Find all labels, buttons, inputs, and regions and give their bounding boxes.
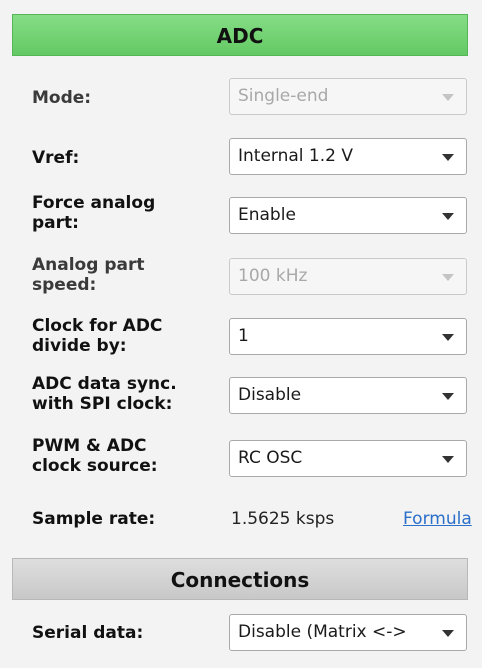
force-analog-label: Force analog part: [32, 193, 228, 233]
force-analog-label-line2: part: [32, 213, 79, 233]
data-sync-label: ADC data sync. with SPI clock: [32, 374, 228, 414]
data-sync-label-line1: ADC data sync. [32, 374, 177, 394]
chevron-down-icon [442, 94, 454, 101]
serial-data-select[interactable]: Disable (Matrix <-> [229, 614, 467, 651]
analog-speed-label: Analog part speed: [32, 255, 228, 295]
chevron-down-icon [442, 213, 454, 220]
adc-section-header[interactable]: ADC [12, 14, 468, 56]
serial-data-select-value: Disable (Matrix <-> [238, 622, 407, 642]
serial-data-label: Serial data: [32, 623, 144, 643]
vref-select[interactable]: Internal 1.2 V [229, 138, 467, 175]
formula-link[interactable]: Formula [403, 509, 472, 529]
data-sync-select-value: Disable [238, 385, 302, 405]
clock-source-select-value: RC OSC [238, 448, 303, 468]
analog-speed-label-line1: Analog part [32, 255, 145, 275]
chevron-down-icon [442, 274, 454, 281]
sample-rate-label: Sample rate: [32, 509, 156, 529]
clock-divide-label-line2: divide by: [32, 336, 127, 356]
clock-divide-select-value: 1 [238, 326, 249, 346]
mode-select-value: Single-end [238, 86, 329, 106]
force-analog-select[interactable]: Enable [229, 197, 467, 234]
force-analog-select-value: Enable [238, 205, 296, 225]
mode-select: Single-end [229, 78, 467, 115]
chevron-down-icon [442, 393, 454, 400]
chevron-down-icon [442, 630, 454, 637]
chevron-down-icon [442, 334, 454, 341]
analog-speed-label-line2: speed: [32, 275, 97, 295]
vref-select-value: Internal 1.2 V [238, 146, 353, 166]
clock-source-label-line1: PWM & ADC [32, 436, 147, 456]
analog-speed-select-value: 100 kHz [238, 266, 308, 286]
clock-divide-label: Clock for ADC divide by: [32, 316, 228, 356]
clock-divide-label-line1: Clock for ADC [32, 316, 163, 336]
clock-source-select[interactable]: RC OSC [229, 440, 467, 477]
data-sync-select[interactable]: Disable [229, 377, 467, 414]
force-analog-label-line1: Force analog [32, 193, 156, 213]
vref-label: Vref: [32, 148, 80, 168]
mode-label: Mode: [32, 88, 92, 108]
chevron-down-icon [442, 456, 454, 463]
connections-section-header[interactable]: Connections [12, 558, 468, 600]
clock-divide-select[interactable]: 1 [229, 318, 467, 355]
analog-speed-select: 100 kHz [229, 258, 467, 295]
sample-rate-value: 1.5625 ksps [231, 509, 335, 529]
chevron-down-icon [442, 154, 454, 161]
data-sync-label-line2: with SPI clock: [32, 394, 173, 414]
clock-source-label: PWM & ADC clock source: [32, 436, 228, 476]
adc-settings-panel: ADC Mode: Single-end Vref: Internal 1.2 … [12, 0, 482, 668]
clock-source-label-line2: clock source: [32, 456, 158, 476]
